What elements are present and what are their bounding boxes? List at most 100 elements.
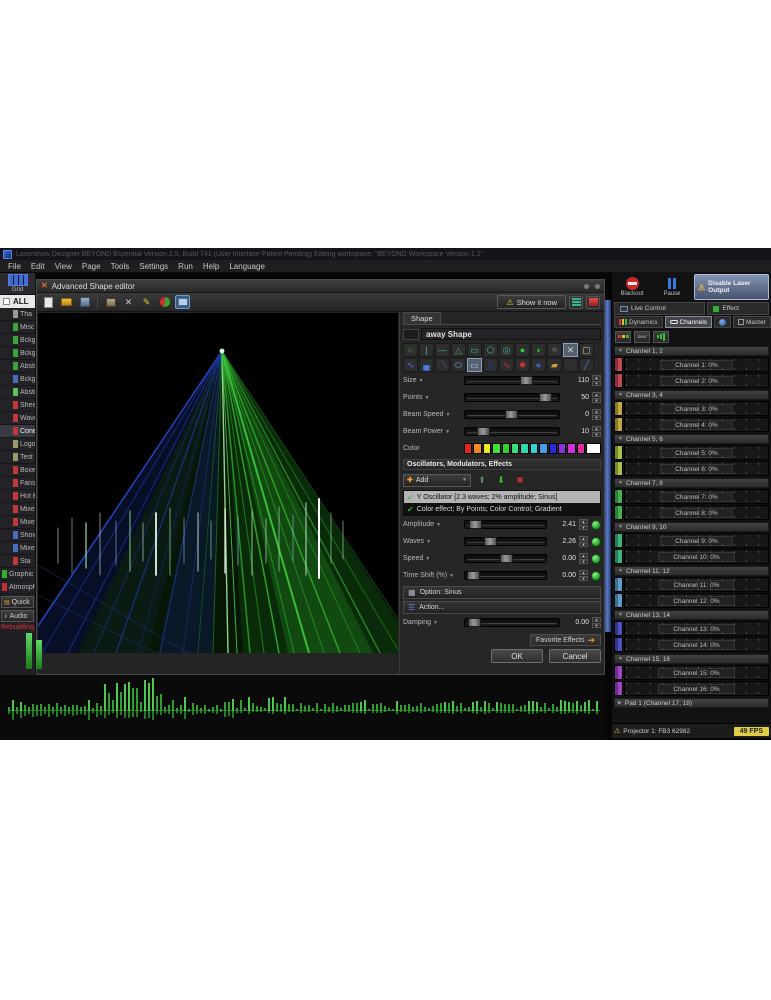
shape-star-icon[interactable]: ✳	[547, 343, 562, 357]
ok-button[interactable]: OK	[491, 649, 543, 663]
slider-handle[interactable]	[477, 427, 490, 436]
channel-slider[interactable]: Channel 12: 0%	[624, 593, 769, 608]
shape-folder-shape-icon[interactable]: ▰	[547, 358, 562, 372]
shape-red-wave-icon[interactable]: ∿	[499, 358, 514, 372]
sidebar-item-show[interactable]: Show	[0, 529, 35, 542]
color-swatch[interactable]	[549, 443, 557, 454]
sidebar-item-mixed[interactable]: Mixed	[0, 516, 35, 529]
spin-buttons[interactable]: ▲▼	[592, 375, 601, 386]
spin-buttons[interactable]: ▲▼	[579, 536, 588, 547]
sidebar-item-grid[interactable]: Grid	[0, 273, 35, 295]
time-shift--slider[interactable]	[464, 571, 547, 580]
minimize-button[interactable]	[584, 284, 589, 289]
slider-handle[interactable]	[468, 618, 481, 627]
damping-slider[interactable]	[464, 618, 560, 627]
menu-item-run[interactable]: Run	[174, 261, 197, 272]
menu-item-settings[interactable]: Settings	[135, 261, 172, 272]
shape-zigzag-icon[interactable]: ⋀	[483, 358, 498, 372]
channel-slider[interactable]: Channel 7: 0%	[624, 489, 769, 504]
color-swatch[interactable]	[464, 443, 472, 454]
menu-item-view[interactable]: View	[51, 261, 76, 272]
color-sphere-button[interactable]	[157, 295, 172, 309]
sidebar-item-atmospheric[interactable]: Atmosph	[0, 581, 35, 594]
maximize-button[interactable]	[595, 284, 600, 289]
import-button[interactable]	[103, 295, 118, 309]
color-swatch[interactable]	[502, 443, 510, 454]
shape-vertical-line-icon[interactable]: |	[419, 343, 434, 357]
slider-handle[interactable]	[467, 571, 480, 580]
channel-slider[interactable]: Channel 1: 0%	[624, 357, 769, 372]
palette-tool-button[interactable]	[615, 331, 631, 343]
menu-item-tools[interactable]: Tools	[107, 261, 134, 272]
dmx-tool-button[interactable]: DMX	[634, 331, 650, 343]
sidebar-item-wave[interactable]: Wave	[0, 412, 35, 425]
option-sinus-button[interactable]: ▦ Option: Sinus	[403, 586, 601, 599]
color-swatch[interactable]	[577, 443, 585, 454]
amplitude-slider[interactable]	[464, 520, 547, 529]
sidebar-item-mixed[interactable]: Mixed	[0, 503, 35, 516]
shape-spiral-icon[interactable]: ◎	[499, 343, 514, 357]
add-effect-button[interactable]: ✚ Add ▼	[403, 474, 471, 487]
pause-button[interactable]: Pause	[654, 277, 690, 297]
color-swatch[interactable]	[473, 443, 481, 454]
sidebar-item-logo[interactable]: Logo	[0, 438, 35, 451]
background-scrollbar[interactable]	[604, 300, 611, 632]
color-swatch[interactable]	[483, 443, 491, 454]
color-swatch[interactable]	[530, 443, 538, 454]
shape-rounded-rect-icon[interactable]: ▭	[467, 358, 482, 372]
open-file-button[interactable]	[59, 295, 74, 309]
sidebar-item-test[interactable]: Test	[0, 451, 35, 464]
sidebar-item-cones[interactable]: Cones	[0, 425, 35, 438]
signal-tool-button[interactable]	[653, 331, 669, 343]
shape-horizontal-line-icon[interactable]: —	[435, 343, 450, 357]
save-button[interactable]	[77, 295, 92, 309]
enable-toggle[interactable]	[591, 554, 601, 564]
color-swatch[interactable]	[520, 443, 528, 454]
enable-toggle[interactable]	[591, 571, 601, 581]
channel-slider[interactable]: Channel 4: 0%	[624, 417, 769, 432]
disable-laser-output-button[interactable]: ⚠ Disable Laser Output	[694, 274, 769, 300]
channel-slider[interactable]: Channel 3: 0%	[624, 401, 769, 416]
channel-slider[interactable]: Channel 13: 0%	[624, 621, 769, 636]
audio-waveform[interactable]	[8, 677, 600, 737]
shape-filled-circle-icon[interactable]: ●	[515, 343, 530, 357]
sidebar-item-misc[interactable]: Misc	[0, 321, 35, 334]
shape-square-outline-icon[interactable]: ▢	[579, 343, 594, 357]
sidebar-item-fans[interactable]: Fans	[0, 477, 35, 490]
show-it-now-button[interactable]: ⚠ Show it now	[497, 295, 566, 309]
channel-slider[interactable]: Channel 8: 0%	[624, 505, 769, 520]
sidebar-item-bckg[interactable]: Bckg	[0, 334, 35, 347]
channel-slider[interactable]: Channel 16: 0%	[624, 681, 769, 696]
sidebar-item-shee[interactable]: Shee	[0, 399, 35, 412]
grid-view-button[interactable]	[569, 296, 583, 309]
channel-slider[interactable]: Channel 11: 0%	[624, 577, 769, 592]
sidebar-item-tha[interactable]: Tha	[0, 308, 35, 321]
channel-group-header[interactable]: ▼Channel 13, 14	[614, 610, 769, 620]
new-file-button[interactable]	[41, 295, 56, 309]
cancel-button[interactable]: Cancel	[549, 649, 601, 663]
shape-scribble-icon[interactable]: 〽	[435, 358, 450, 372]
channel-group-header[interactable]: ▼Channel 9, 10	[614, 522, 769, 532]
slider-handle[interactable]	[539, 393, 552, 402]
channel-slider[interactable]: Channel 2: 0%	[624, 373, 769, 388]
beam-power-slider[interactable]	[464, 427, 560, 436]
tab-channels[interactable]: Channels	[665, 316, 712, 328]
slider-handle[interactable]	[500, 554, 513, 563]
tab-dynamics[interactable]: Dynamics	[614, 316, 663, 328]
shape-sine-wave-icon[interactable]: ∿	[403, 358, 418, 372]
move-down-button[interactable]: ⬇	[493, 474, 509, 487]
spin-buttons[interactable]: ▲▼	[579, 519, 588, 530]
sidebar-item-graphic[interactable]: Graphic	[0, 568, 35, 581]
tab-live-control[interactable]: Live Control	[614, 302, 705, 315]
slider-handle[interactable]	[469, 520, 482, 529]
shape-crescent-icon[interactable]: ◗	[531, 343, 546, 357]
spin-buttons[interactable]: ▲▼	[592, 409, 601, 420]
sidebar-item-abstr[interactable]: Abstr	[0, 360, 35, 373]
move-up-button[interactable]: ⬆	[474, 474, 490, 487]
points-slider[interactable]	[464, 393, 560, 402]
favorite-effects-button[interactable]: Favorite Effects ➔	[530, 634, 601, 646]
quick-button[interactable]: ▤ Quick	[1, 596, 34, 608]
action-button[interactable]: ☰ Action...	[403, 601, 601, 614]
speed-slider[interactable]	[464, 554, 547, 563]
shape-pentagon-icon[interactable]: ⬠	[483, 343, 498, 357]
